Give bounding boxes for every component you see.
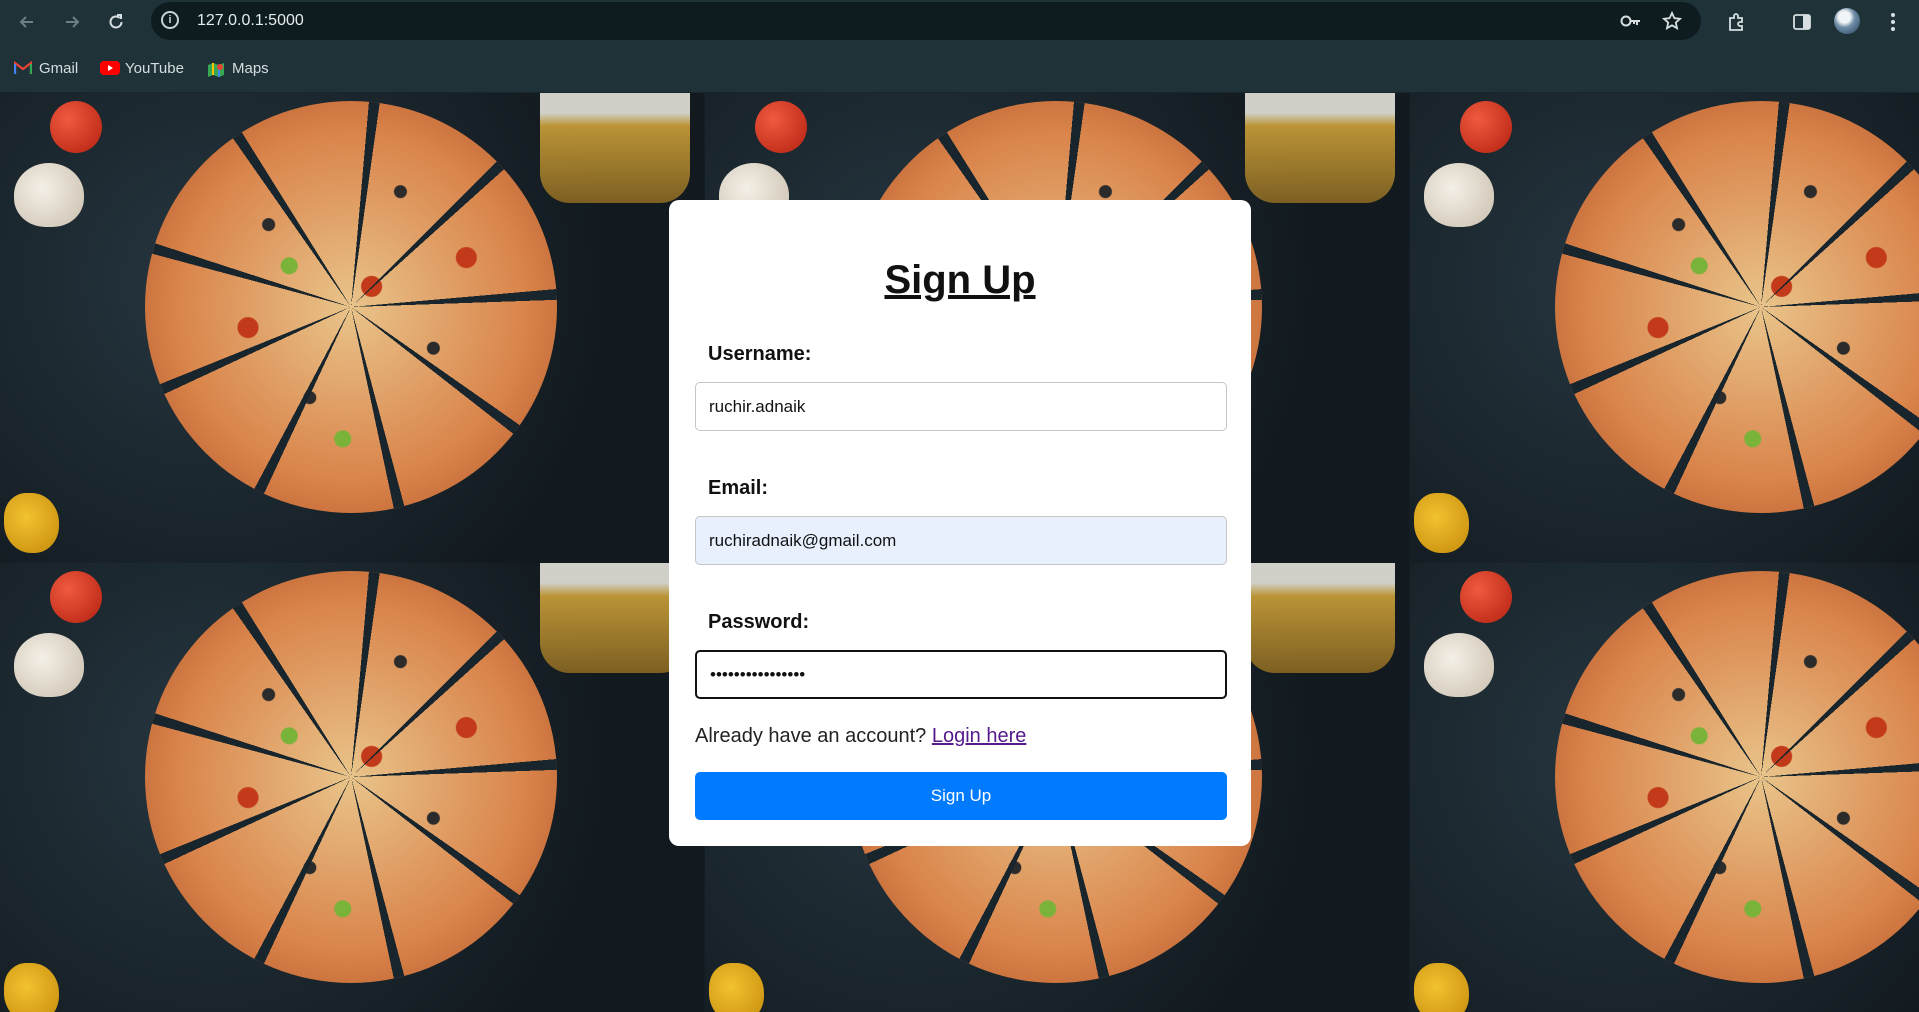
page-background: Sign Up Username: Email: Password: Alrea…: [0, 93, 1919, 1012]
signup-card: Sign Up Username: Email: Password: Alrea…: [669, 200, 1251, 846]
email-label: Email:: [708, 477, 769, 499]
profile-avatar[interactable]: [1834, 8, 1860, 34]
signup-button[interactable]: Sign Up: [695, 772, 1227, 820]
url-text: 127.0.0.1:5000: [197, 12, 304, 29]
back-button[interactable]: [14, 9, 40, 35]
gmail-icon: [13, 60, 33, 75]
reload-icon: [109, 14, 123, 29]
username-label: Username:: [708, 343, 812, 365]
bookmark-maps[interactable]: Maps: [207, 58, 269, 78]
youtube-icon: [100, 61, 120, 75]
bookmark-gmail[interactable]: Gmail: [13, 58, 79, 78]
bookmark-label: Maps: [232, 59, 269, 77]
browser-menu-icon[interactable]: [1880, 9, 1906, 35]
password-input[interactable]: [695, 650, 1227, 699]
pizza-background-image: [1410, 563, 1919, 1012]
back-arrow-icon: [19, 16, 33, 28]
pizza-background-image: [1410, 93, 1919, 563]
page-title: Sign Up: [884, 258, 1036, 302]
login-prompt: Already have an account? Login here: [695, 725, 1026, 748]
login-prompt-text: Already have an account?: [695, 725, 927, 747]
side-panel-icon[interactable]: [1789, 9, 1815, 35]
maps-icon: [207, 61, 225, 77]
email-input[interactable]: [695, 516, 1227, 565]
site-info-icon[interactable]: i: [161, 11, 179, 29]
browser-toolbar: i 127.0.0.1:5000: [0, 0, 1919, 44]
reload-button[interactable]: [103, 9, 129, 35]
extensions-icon[interactable]: [1723, 9, 1749, 35]
pizza-background-image: [0, 93, 704, 563]
bookmark-youtube[interactable]: YouTube: [100, 58, 184, 78]
bookmark-star-icon[interactable]: [1660, 9, 1684, 33]
forward-button[interactable]: [59, 9, 85, 35]
bookmark-label: YouTube: [125, 59, 184, 77]
bookmark-label: Gmail: [39, 59, 79, 77]
username-input[interactable]: [695, 382, 1227, 431]
pizza-background-image: [0, 563, 704, 1012]
password-label: Password:: [708, 611, 810, 633]
forward-arrow-icon: [66, 16, 80, 28]
password-key-icon[interactable]: [1619, 9, 1643, 33]
login-link[interactable]: Login here: [932, 725, 1027, 747]
bookmarks-bar: Gmail YouTube Maps: [0, 44, 1919, 93]
address-bar[interactable]: i 127.0.0.1:5000: [151, 2, 1701, 40]
